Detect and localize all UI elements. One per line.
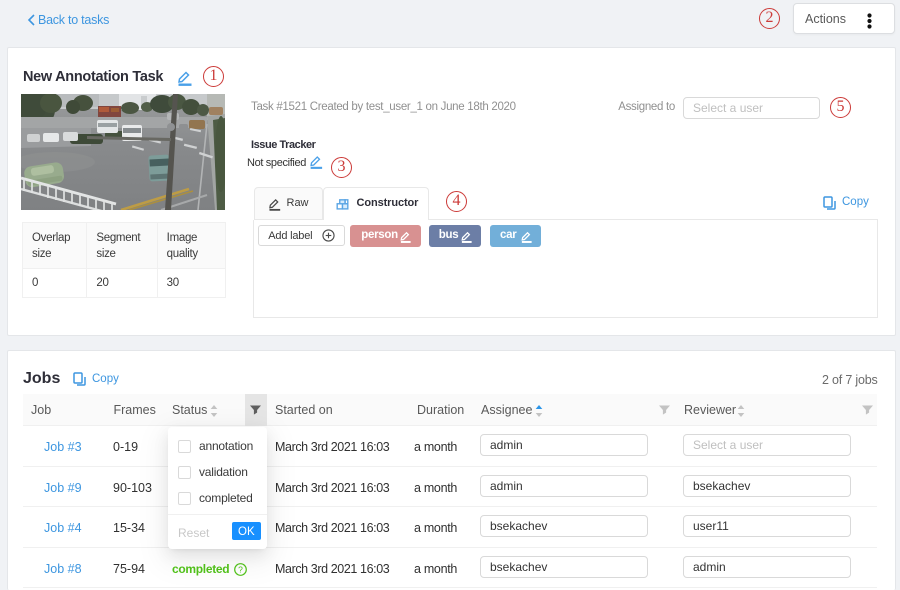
- svg-text:?: ?: [238, 564, 243, 574]
